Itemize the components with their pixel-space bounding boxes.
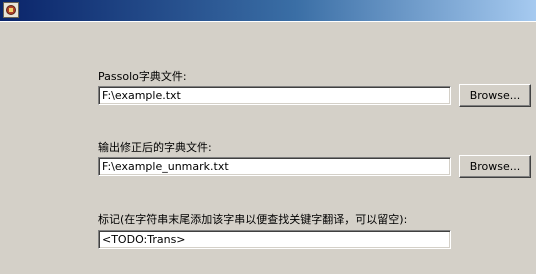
title-bar[interactable] — [0, 0, 536, 21]
dictionary-browse-button[interactable]: Browse... — [459, 84, 531, 107]
dictionary-file-label: Passolo字典文件: — [98, 70, 187, 83]
app-icon-dot — [9, 8, 13, 12]
marker-label: 标记(在字符串末尾添加该字串以便查找关键字翻译，可以留空): — [98, 213, 408, 226]
dictionary-file-input[interactable]: F:\example.txt — [98, 86, 451, 105]
output-browse-button[interactable]: Browse... — [459, 155, 531, 178]
output-file-label: 输出修正后的字典文件: — [98, 141, 212, 154]
marker-input[interactable]: <TODO:Trans> — [98, 230, 451, 249]
app-icon[interactable] — [3, 2, 19, 18]
output-file-input[interactable]: F:\example_unmark.txt — [98, 157, 451, 176]
title-bar-separator — [0, 21, 536, 22]
